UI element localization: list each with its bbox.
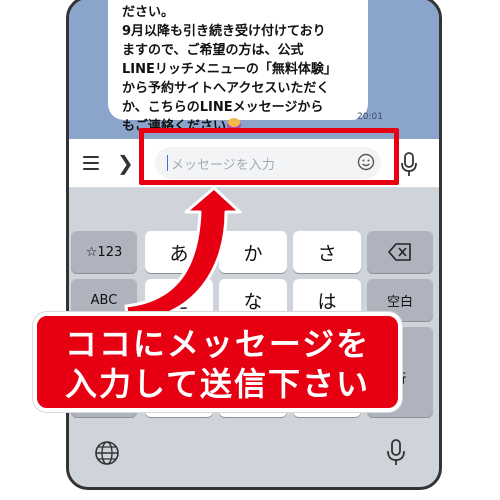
message-line: 9月以降も引き続き受け付けており [122, 24, 326, 39]
key-sa[interactable]: さ [293, 231, 361, 273]
microphone-icon[interactable] [399, 151, 419, 177]
key-numbers[interactable]: ☆123 [71, 231, 137, 273]
message-line: から予約サイトへアクセスいただく [122, 81, 330, 96]
phone-screen: ださい。 9月以降も引き続き受け付けており ますので、ご希望の方は、公式 LIN… [66, 0, 442, 490]
key-a[interactable]: あ [145, 231, 213, 273]
menu-icon[interactable] [83, 156, 99, 170]
message-line: か、こちらのLINEメッセージから [122, 100, 324, 115]
message-line: LINEリッチメニューの「無料体験」 [122, 62, 337, 77]
message-bubble: ださい。 9月以降も引き続き受け付けており ますので、ご希望の方は、公式 LIN… [108, 0, 368, 134]
backspace-icon [388, 243, 411, 261]
chevron-right-icon[interactable]: ❯ [117, 151, 134, 175]
message-timestamp: 20:01 [357, 112, 383, 122]
message-line: ますので、ご希望の方は、公式 [122, 43, 304, 58]
backspace-key[interactable] [367, 231, 433, 273]
microphone-icon[interactable] [385, 438, 407, 466]
globe-icon[interactable] [94, 440, 120, 466]
chat-area: ださい。 9月以降も引き続き受け付けており ますので、ご希望の方は、公式 LIN… [69, 0, 439, 139]
callout-line-2: 入力して送信下さい [64, 365, 371, 403]
instruction-callout: ココにメッセージを 入力して送信下さい [33, 312, 402, 412]
input-highlight-box [139, 128, 399, 185]
key-ka[interactable]: か [219, 231, 287, 273]
message-line: ださい。 [122, 5, 175, 20]
callout-line-1: ココにメッセージを [64, 325, 371, 363]
